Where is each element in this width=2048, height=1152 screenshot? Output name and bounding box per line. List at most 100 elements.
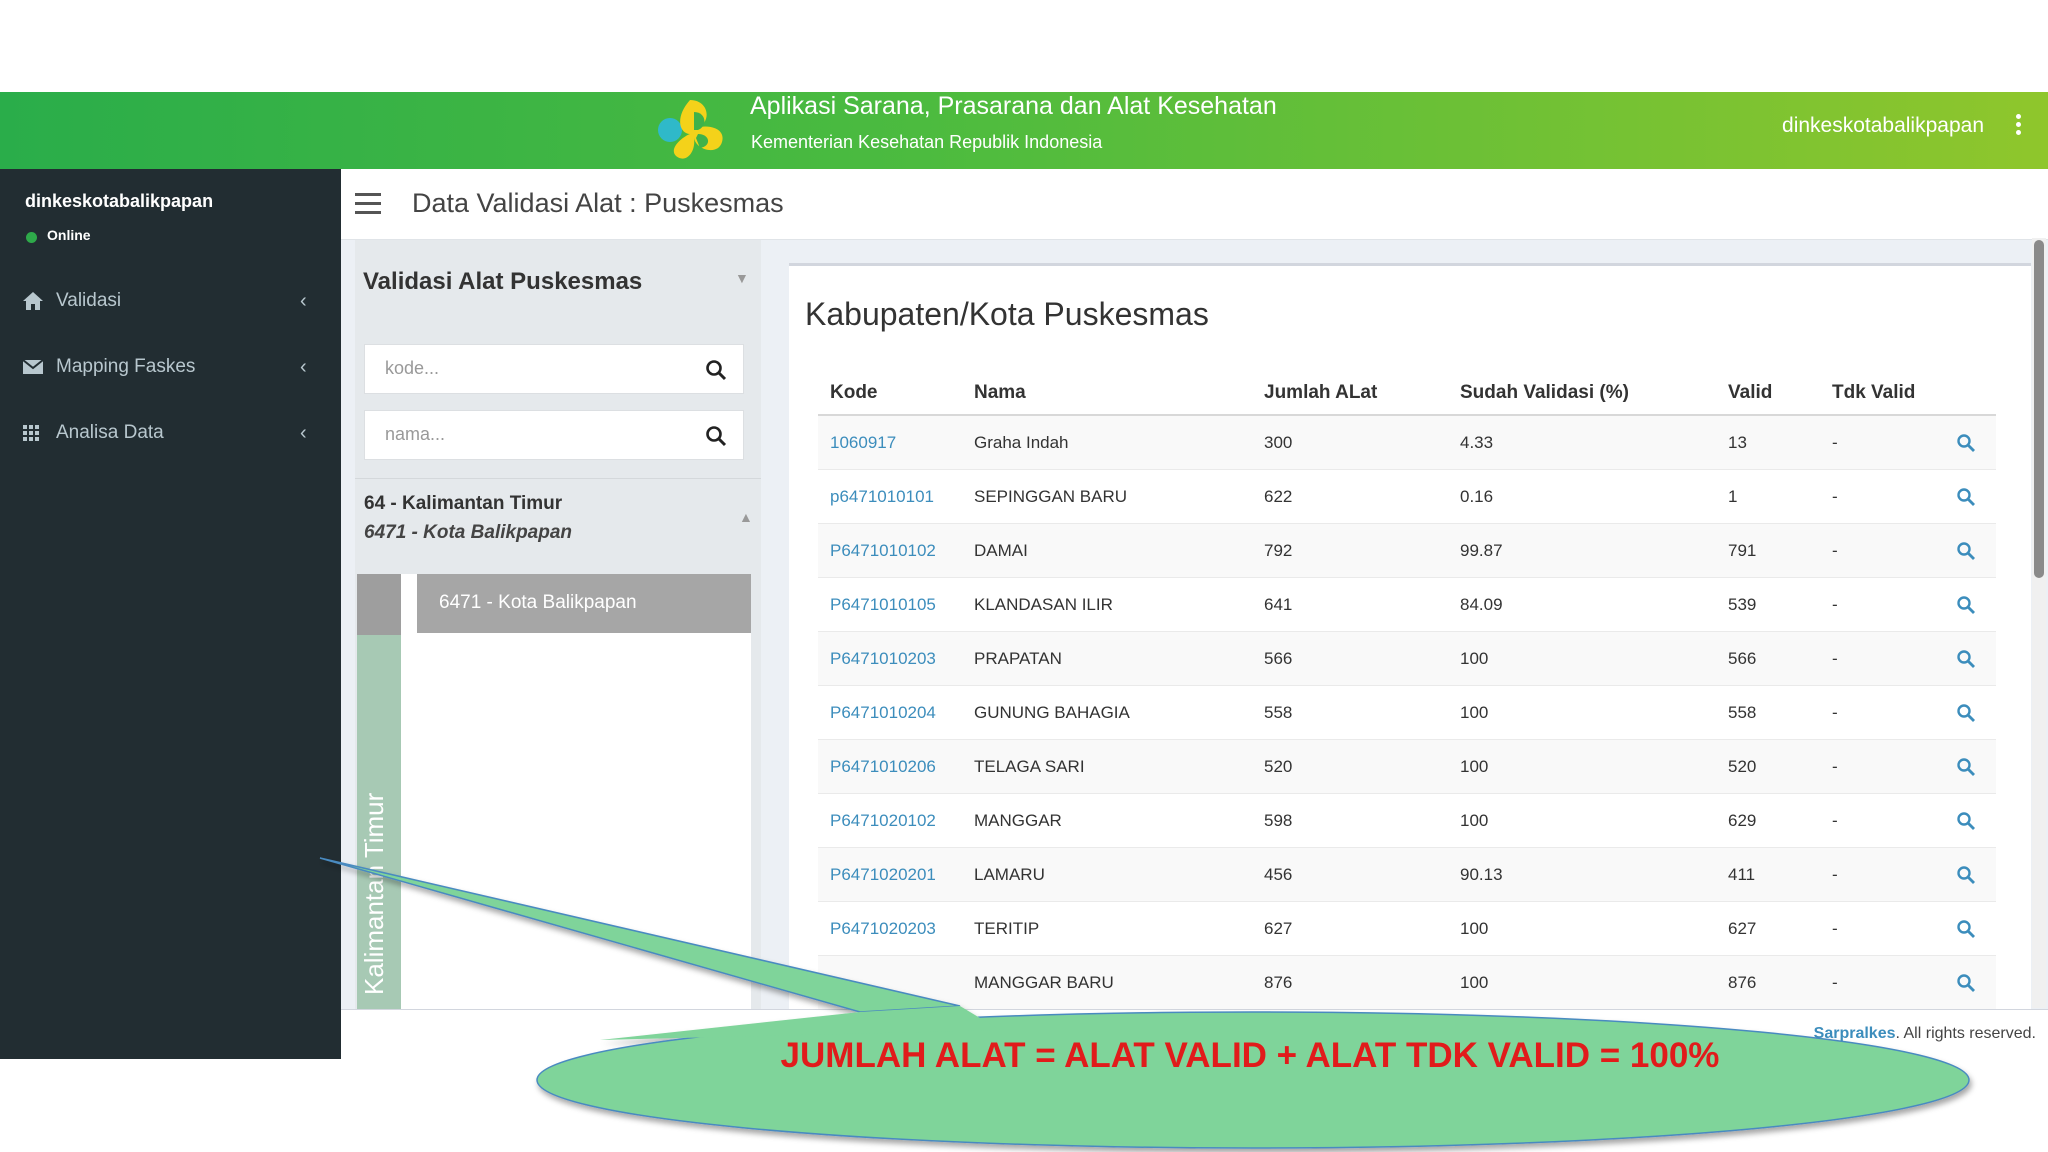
collapse-up-icon[interactable]: ▲	[739, 509, 753, 525]
search-icon[interactable]	[1956, 757, 1976, 777]
cell-jumlah-alat: 598	[1252, 793, 1448, 848]
table-title: Kabupaten/Kota Puskesmas	[805, 296, 1209, 332]
cell-sudah-validasi: 100	[1448, 739, 1716, 794]
online-status-dot-icon	[26, 232, 37, 243]
hamburger-menu-icon[interactable]	[355, 193, 381, 215]
column-header-action	[1944, 372, 1996, 416]
cell-nama: Graha Indah	[962, 414, 1252, 470]
row-action-cell	[1944, 739, 1996, 794]
online-status: Online	[47, 227, 91, 243]
cell-kode[interactable]: P6471010206	[818, 739, 962, 794]
tree-province-tab[interactable]	[357, 574, 401, 635]
province-label: 64 - Kalimantan Timur	[364, 493, 563, 514]
kebab-menu-icon[interactable]	[2014, 114, 2022, 138]
cell-jumlah-alat: 558	[1252, 685, 1448, 740]
row-action-cell	[1944, 685, 1996, 740]
cell-valid: 411	[1716, 847, 1820, 902]
row-action-cell	[1944, 793, 1996, 848]
search-icon[interactable]	[1956, 703, 1976, 723]
search-icon[interactable]	[1956, 649, 1976, 669]
sidebar-item-label: Mapping Faskes	[56, 356, 196, 377]
header-user-menu[interactable]: dinkeskotabalikpapan	[1782, 112, 1984, 140]
cell-valid: 558	[1716, 685, 1820, 740]
cell-jumlah-alat: 566	[1252, 631, 1448, 686]
cell-tdk-valid: -	[1820, 414, 1944, 470]
table-row: P6471010102 DAMAI 792 99.87 791-	[818, 523, 1996, 578]
sidebar-item-validasi[interactable]: Validasi ‹	[0, 277, 341, 327]
callout-text: JUMLAH ALAT = ALAT VALID + ALAT TDK VALI…	[780, 1036, 1720, 1075]
table-row: P6471020102 MANGGAR 598 100 629-	[818, 793, 1996, 848]
search-icon[interactable]	[1956, 487, 1976, 507]
cell-nama: SEPINGGAN BARU	[962, 469, 1252, 524]
cell-kode[interactable]: P6471010105	[818, 577, 962, 632]
cell-kode[interactable]: P6471020203	[818, 901, 962, 956]
cell-sudah-validasi: 100	[1448, 901, 1716, 956]
search-icon[interactable]	[1956, 595, 1976, 615]
cell-jumlah-alat: 627	[1252, 901, 1448, 956]
sidebar-item-mapping-faskes[interactable]: Mapping Faskes ‹	[0, 343, 341, 393]
city-label: 6471 - Kota Balikpapan	[364, 522, 573, 543]
table-row: P6471010105 KLANDASAN ILIR 641 84.09 539-	[818, 577, 1996, 632]
cell-tdk-valid: -	[1820, 847, 1944, 902]
cell-nama: MANGGAR BARU	[962, 955, 1252, 1009]
search-icon[interactable]	[1956, 433, 1976, 453]
kode-search-field[interactable]	[364, 344, 744, 394]
row-action-cell	[1944, 577, 1996, 632]
table-row: 1060917 Graha Indah 300 4.33 13-	[818, 414, 1996, 470]
row-action-cell	[1944, 523, 1996, 578]
table-row: P6471010204 GUNUNG BAHAGIA 558 100 558-	[818, 685, 1996, 740]
cell-valid: 627	[1716, 901, 1820, 956]
row-action-cell	[1944, 469, 1996, 524]
search-icon[interactable]	[705, 359, 727, 381]
cell-kode[interactable]: P6471010204	[818, 685, 962, 740]
cell-tdk-valid: -	[1820, 739, 1944, 794]
cell-tdk-valid: -	[1820, 901, 1944, 956]
cell-kode[interactable]: p6471010101	[818, 469, 962, 524]
scrollbar-thumb[interactable]	[2034, 240, 2044, 578]
column-header-kode[interactable]: Kode	[818, 372, 962, 416]
nama-search-field[interactable]	[364, 410, 744, 460]
column-header-valid[interactable]: Valid	[1716, 372, 1820, 416]
kode-search-input[interactable]	[383, 357, 687, 380]
cell-kode[interactable]: P6471010203	[818, 631, 962, 686]
cell-jumlah-alat: 300	[1252, 414, 1448, 470]
column-header-nama[interactable]: Nama	[962, 372, 1252, 416]
row-action-cell	[1944, 847, 1996, 902]
cell-sudah-validasi: 100	[1448, 685, 1716, 740]
cell-jumlah-alat: 876	[1252, 955, 1448, 1009]
page-title: Data Validasi Alat : Puskesmas	[412, 188, 784, 218]
tree-item-label: 6471 - Kota Balikpapan	[439, 592, 637, 613]
cell-jumlah-alat: 641	[1252, 577, 1448, 632]
collapse-down-icon[interactable]: ▼	[735, 270, 749, 286]
search-icon[interactable]	[1956, 865, 1976, 885]
cell-kode[interactable]: P6471010102	[818, 523, 962, 578]
cell-kode[interactable]: P6471020102	[818, 793, 962, 848]
table-header-row: Kode Nama Jumlah ALat Sudah Validasi (%)…	[818, 372, 1996, 416]
column-header-tdk-valid[interactable]: Tdk Valid	[1820, 372, 1944, 416]
search-icon[interactable]	[1956, 811, 1976, 831]
table-row: P6471010203 PRAPATAN 566 100 566-	[818, 631, 1996, 686]
cell-sudah-validasi: 4.33	[1448, 414, 1716, 470]
cell-tdk-valid: -	[1820, 631, 1944, 686]
puskesmas-table: Kode Nama Jumlah ALat Sudah Validasi (%)…	[818, 372, 1996, 1009]
tree-item-kota-balikpapan[interactable]: 6471 - Kota Balikpapan	[417, 574, 751, 633]
column-header-sudah-validasi[interactable]: Sudah Validasi (%)	[1448, 372, 1716, 416]
footer-link[interactable]: Sarpralkes	[1814, 1025, 1896, 1042]
search-icon[interactable]	[1956, 919, 1976, 939]
tree-province-bar[interactable]: Kalimantan Timur	[357, 635, 401, 1010]
nama-search-input[interactable]	[383, 423, 687, 446]
cell-kode[interactable]: 1060917	[818, 414, 962, 470]
search-icon[interactable]	[1956, 973, 1976, 993]
cell-kode[interactable]: P6471020201	[818, 847, 962, 902]
cell-sudah-validasi: 99.87	[1448, 523, 1716, 578]
region-selector[interactable]: 64 - Kalimantan Timur 6471 - Kota Balikp…	[355, 478, 761, 575]
cell-kode[interactable]	[818, 955, 962, 1009]
sidebar-item-analisa-data[interactable]: Analisa Data ‹	[0, 409, 341, 459]
search-icon[interactable]	[705, 425, 727, 447]
cell-valid: 539	[1716, 577, 1820, 632]
column-header-jumlah-alat[interactable]: Jumlah ALat	[1252, 372, 1448, 416]
chevron-left-icon: ‹	[300, 422, 307, 444]
cell-valid: 629	[1716, 793, 1820, 848]
cell-valid: 791	[1716, 523, 1820, 578]
search-icon[interactable]	[1956, 541, 1976, 561]
